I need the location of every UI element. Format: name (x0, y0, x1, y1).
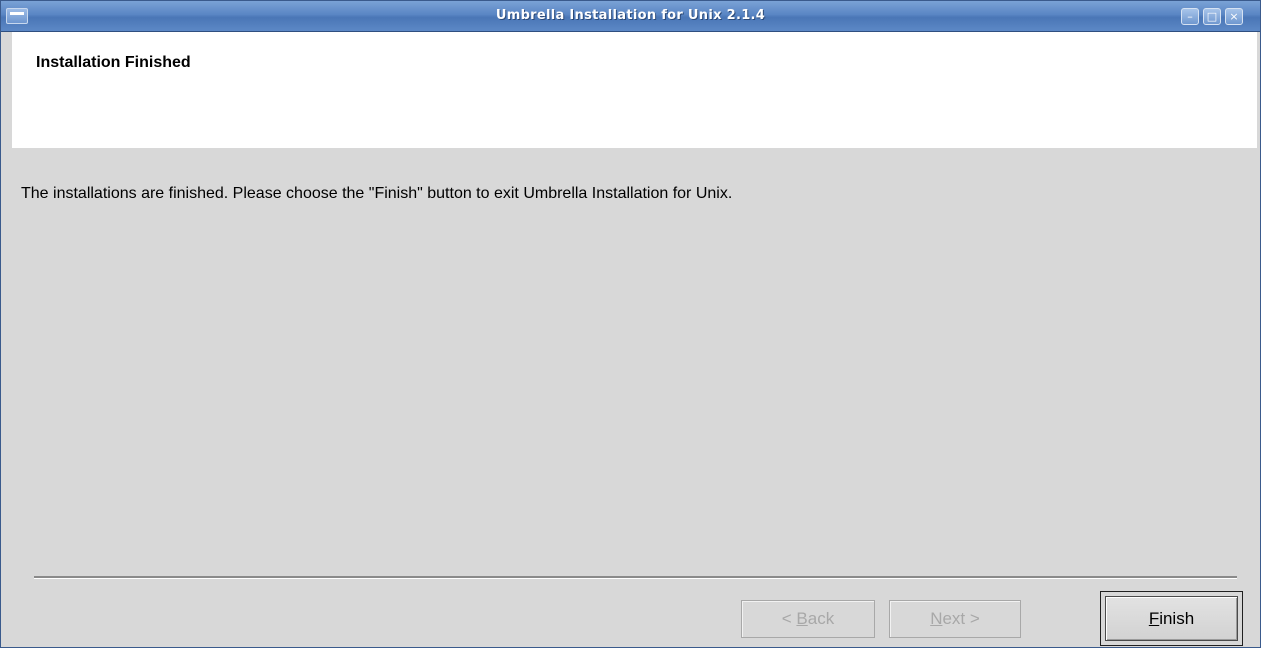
minimize-icon[interactable]: – (1181, 8, 1199, 25)
next-button[interactable]: Next > (889, 600, 1021, 638)
finish-button[interactable]: Finish (1105, 596, 1238, 641)
back-label-prefix: < (781, 609, 797, 628)
title-bar[interactable]: Umbrella Installation for Unix 2.1.4 – □… (1, 1, 1260, 32)
maximize-icon[interactable]: □ (1203, 8, 1221, 25)
completion-message: The installations are finished. Please c… (21, 185, 733, 202)
next-mnemonic: N (930, 609, 943, 628)
page-title: Installation Finished (36, 54, 191, 71)
installer-window: Umbrella Installation for Unix 2.1.4 – □… (0, 0, 1261, 648)
back-mnemonic: B (796, 609, 808, 628)
button-separator (34, 576, 1237, 579)
back-label-rest: ack (807, 609, 835, 628)
window-title: Umbrella Installation for Unix 2.1.4 (495, 8, 766, 23)
wizard-header: Installation Finished (12, 32, 1257, 148)
next-label-rest: ext > (942, 609, 980, 628)
finish-mnemonic: F (1148, 609, 1160, 628)
close-icon[interactable]: × (1225, 8, 1243, 25)
back-button[interactable]: < Back (741, 600, 875, 638)
finish-label-rest: inish (1159, 609, 1195, 628)
